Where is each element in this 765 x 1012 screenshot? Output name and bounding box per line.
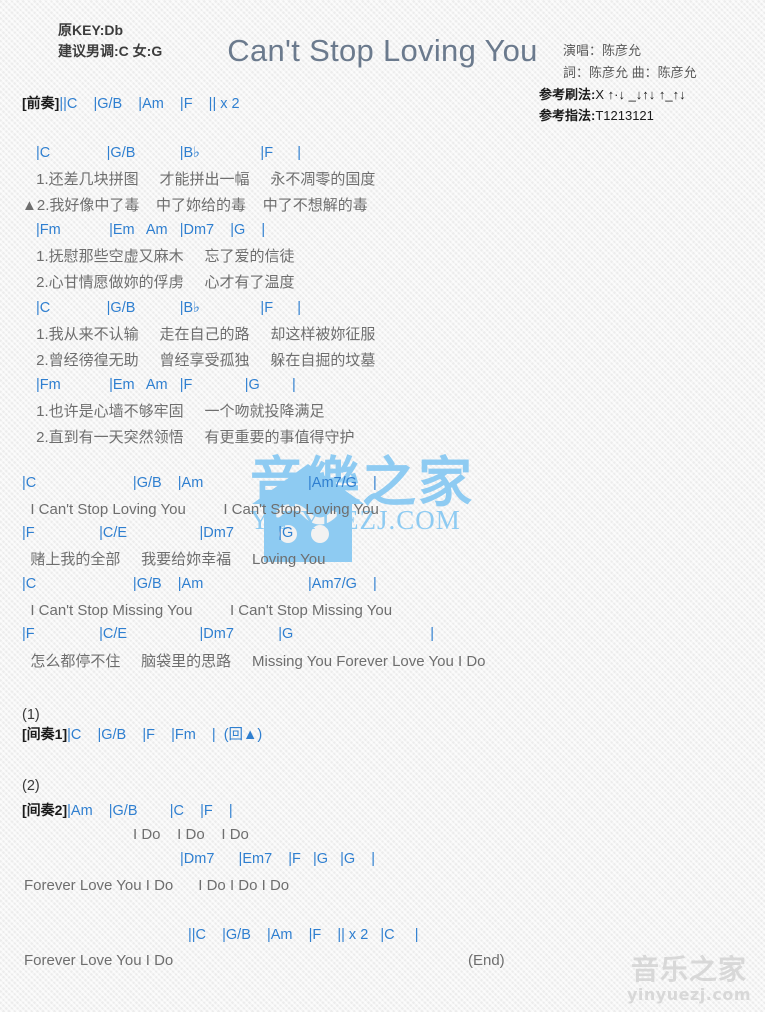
intro-label: [前奏] [22, 95, 60, 111]
ending-lyric: Forever Love You I Do [24, 952, 174, 969]
interlude2-tail-lyric: Forever Love You I Do I Do I Do I Do [24, 877, 290, 894]
verse-block3-lyric2: 2.曾经徬徨无助 曾经享受孤独 躲在自掘的坟墓 [32, 352, 376, 369]
verse-block2-chords: |Fm |Em Am |Dm7 |G | [32, 222, 266, 238]
intro-line: [前奏]||C |G/B |Am |F || x 2 [22, 95, 240, 113]
interlude1-chords: |C |G/B |F |Fm | (回▲) [67, 727, 263, 743]
verse-block1-lyric1: 1.还差几块拼图 才能拼出一幅 永不凋零的国度 [32, 171, 376, 188]
finger-label: 参考指法: [539, 108, 596, 123]
interlude2-lyric: I Do I Do I Do [133, 826, 249, 843]
verse-block4-chords: |Fm |Em Am |F |G | [32, 377, 296, 393]
chorus-line2-chords: |F |C/E |Dm7 |G [22, 525, 294, 541]
interlude2-number: (2) [22, 778, 40, 794]
ending-mark: (End) [468, 952, 505, 969]
interlude2-tail-chords: |Dm7 |Em7 |F |G |G | [180, 851, 376, 867]
strum-label: 参考刷法: [539, 87, 596, 102]
verse-block4-lyric2: 2.直到有一天突然领悟 有更重要的事值得守护 [32, 429, 355, 446]
verse-block3-lyric1: 1.我从来不认输 走在自己的路 却这样被妳征服 [32, 326, 376, 343]
interlude2-chords: |Am |G/B |C |F | [67, 803, 233, 819]
intro-chords: ||C |G/B |Am |F || x 2 [59, 96, 240, 112]
interlude1-label: [间奏1] [22, 726, 68, 742]
singer-line: 演唱：陈彦允 [563, 43, 642, 58]
chorus-line4-chords: |F |C/E |Dm7 |G | [22, 626, 435, 642]
verse-block1-lyric2: ▲2.我好像中了毒 中了妳给的毒 中了不想解的毒 [22, 197, 368, 214]
interlude2-label: [间奏2] [22, 802, 68, 818]
finger-pattern: T1213121 [595, 108, 654, 123]
interlude1-line: [间奏1]|C |G/B |F |Fm | (回▲) [22, 726, 262, 744]
chorus-line4-lyric: 怎么都停不住 脑袋里的思路 Missing You Forever Love Y… [22, 653, 486, 670]
ending-chords: ||C |G/B |Am |F || x 2 |C | [188, 927, 419, 943]
finger-pattern-line: 参考指法:T1213121 [539, 105, 749, 126]
verse-block1-chords: |C |G/B |B♭ |F | [32, 145, 301, 161]
verse-block4-lyric1: 1.也许是心墙不够牢固 一个吻就投降满足 [32, 403, 325, 420]
chorus-line1-lyric: I Can't Stop Loving You I Can't Stop Lov… [22, 501, 379, 518]
verse-block2-lyric1: 1.抚慰那些空虚又麻木 忘了爱的信徒 [32, 248, 295, 265]
verse-block2-lyric2: 2.心甘情愿做妳的俘虏 心才有了温度 [32, 274, 295, 291]
strum-pattern: X ↑·↓ _↓↑↓ ↑_↑↓ [595, 87, 686, 102]
credits-block: 演唱：陈彦允 詞：陈彦允 曲：陈彦允 参考刷法:X ↑·↓ _↓↑↓ ↑_↑↓ … [539, 40, 749, 126]
writer-line: 詞：陈彦允 曲：陈彦允 [563, 65, 697, 80]
chorus-line3-chords: |C |G/B |Am |Am7/G | [22, 576, 377, 592]
interlude2-line: [间奏2]|Am |G/B |C |F | [22, 802, 233, 820]
strum-pattern-line: 参考刷法:X ↑·↓ _↓↑↓ ↑_↑↓ [539, 84, 749, 105]
verse-block3-chords: |C |G/B |B♭ |F | [32, 300, 301, 316]
chorus-line2-lyric: 赌上我的全部 我要给妳幸福 Loving You [22, 551, 326, 568]
chorus-line1-chords: |C |G/B |Am |Am7/G | [22, 475, 377, 491]
interlude1-number: (1) [22, 707, 40, 723]
chord-sheet: 原KEY:Db 建议男调:C 女:G Can't Stop Loving You… [0, 0, 765, 1012]
chorus-line3-lyric: I Can't Stop Missing You I Can't Stop Mi… [22, 602, 393, 619]
